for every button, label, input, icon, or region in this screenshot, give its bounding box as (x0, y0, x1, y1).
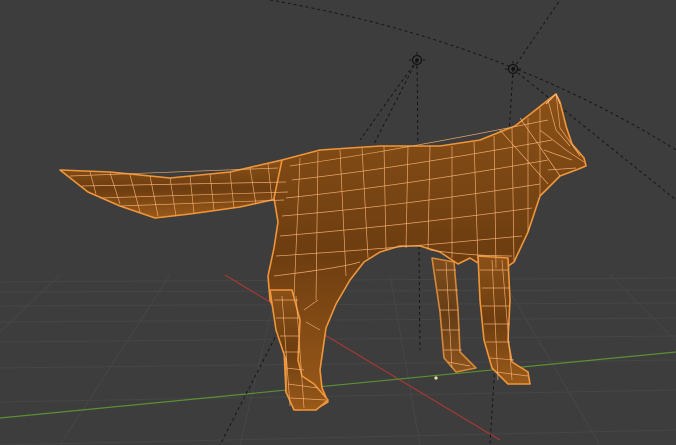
y-axis-line (0, 351, 676, 419)
viewport-canvas[interactable] (0, 0, 676, 445)
light-icon[interactable] (505, 61, 521, 77)
wolf-front-leg-far (431, 257, 477, 373)
3d-viewport[interactable] (0, 0, 676, 445)
wolf-front-leg-near (477, 255, 531, 385)
wolf-mesh[interactable] (59, 93, 587, 411)
light-icon[interactable] (409, 52, 425, 68)
3d-cursor-origin[interactable] (434, 376, 438, 380)
